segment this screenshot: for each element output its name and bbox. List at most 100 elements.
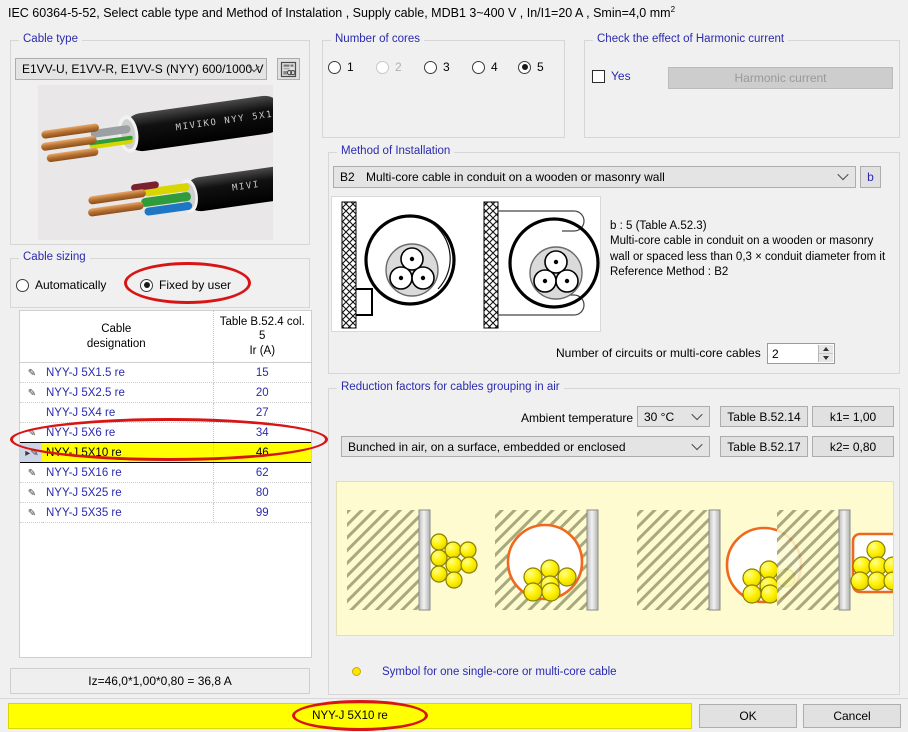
method-detail-line-3: Reference Method : B2 <box>610 265 729 278</box>
sizing-mode-fixed-by-user-label: Fixed by user <box>159 278 232 292</box>
row-ir: 20 <box>213 382 311 404</box>
table-row[interactable]: ✎ NYY-J 5X2.5 re 20 <box>20 382 311 404</box>
row-designation: NYY-J 5X1.5 re <box>42 362 214 384</box>
k1-label: k1= 1,00 <box>829 409 877 424</box>
number-of-cores-legend: Number of cores <box>331 33 425 45</box>
row-designation: NYY-J 5X35 re <box>42 502 214 524</box>
method-description: Multi-core cable in conduit on a wooden … <box>366 170 665 184</box>
reduction-factors-legend: Reduction factors for cables grouping in… <box>337 381 564 393</box>
method-of-installation-legend: Method of Installation <box>337 145 455 157</box>
harmonic-group: Check the effect of Harmonic current <box>584 33 900 138</box>
stepper-down-icon[interactable] <box>819 354 833 362</box>
row-designation: NYY-J 5X10 re <box>42 442 214 464</box>
table-header-row: Cable designation Table B.52.4 col. 5 Ir… <box>20 311 311 364</box>
table-row[interactable]: NYY-J 5X4 re 27 <box>20 402 311 424</box>
radio-icon <box>16 278 29 292</box>
row-designation: NYY-J 5X4 re <box>42 402 214 424</box>
cores-radio-3[interactable]: 3 <box>424 60 450 74</box>
radio-icon <box>328 60 341 74</box>
row-ir: 46 <box>213 442 311 464</box>
ok-button[interactable]: OK <box>699 704 797 728</box>
table-b5214-label: Table B.52.14 <box>727 409 801 424</box>
grouping-method-select[interactable]: Bunched in air, on a surface, embedded o… <box>341 436 710 457</box>
harmonic-legend: Check the effect of Harmonic current <box>593 33 789 45</box>
cable-photo-illustration: MIVIKO NYY 5X16 MIVI <box>38 85 273 240</box>
grouping-method-value: Bunched in air, on a surface, embedded o… <box>348 439 626 454</box>
cable-table-element: Cable designation Table B.52.4 col. 5 Ir… <box>20 311 311 524</box>
table-b5214-button[interactable]: Table B.52.14 <box>720 406 808 427</box>
circuits-stepper[interactable]: 2 <box>767 343 835 364</box>
harmonic-current-button-label: Harmonic current <box>734 71 827 85</box>
cable-sizing-legend: Cable sizing <box>19 251 90 263</box>
header-ir-line1: Table B.52.4 col. 5 <box>219 316 305 343</box>
cores-radio-5[interactable]: 5 <box>518 60 544 74</box>
cable-type-select[interactable]: E1VV-U, E1VV-R, E1VV-S (NYY) 600/1000 V <box>15 58 267 80</box>
sizing-mode-fixed-by-user[interactable]: Fixed by user <box>140 278 231 292</box>
row-ir: 34 <box>213 422 311 444</box>
page-title: IEC 60364-5-52, Select cable type and Me… <box>8 5 675 20</box>
harmonic-yes-checkbox[interactable]: Yes <box>592 69 631 83</box>
ambient-temperature-select[interactable]: 30 °C <box>637 406 710 427</box>
cable-table[interactable]: Cable designation Table B.52.4 col. 5 Ir… <box>19 310 312 658</box>
cancel-button[interactable]: Cancel <box>803 704 901 728</box>
chevron-down-icon <box>839 172 848 181</box>
header-designation-line1: Cable <box>101 323 132 336</box>
method-code: B2 <box>340 170 355 184</box>
ambient-temperature-value: 30 °C <box>644 409 675 424</box>
cores-radio-4-label: 4 <box>491 60 498 74</box>
method-of-installation-select[interactable]: B2 Multi-core cable in conduit on a wood… <box>333 166 856 188</box>
row-designation: NYY-J 5X25 re <box>42 482 214 504</box>
cable-catalog-button[interactable] <box>277 58 300 80</box>
method-reference-button[interactable]: b <box>860 166 881 188</box>
cable-photo: MIVIKO NYY 5X16 MIVI <box>38 85 273 240</box>
method-reference-button-label: b <box>867 170 874 184</box>
table-row[interactable]: ✎ NYY-J 5X35 re 99 <box>20 502 311 524</box>
k2-label: k2= 0,80 <box>829 439 877 454</box>
table-row[interactable]: ✎ NYY-J 5X6 re 34 <box>20 422 311 444</box>
radio-icon <box>424 60 437 74</box>
chevron-down-icon <box>693 411 702 420</box>
table-row[interactable]: ✎ NYY-J 5X16 re 62 <box>20 462 311 484</box>
grouping-illustration <box>337 482 893 635</box>
row-pen-icon <box>20 402 42 424</box>
iz-result-text: Iz=46,0*1,00*0,80 = 36,8 A <box>88 674 232 688</box>
table-row[interactable]: ✎ NYY-J 5X1.5 re 15 <box>20 362 311 384</box>
radio-icon <box>518 60 531 74</box>
radio-icon <box>376 60 389 74</box>
k1-value-box: k1= 1,00 <box>812 406 894 427</box>
cores-radio-4[interactable]: 4 <box>472 60 498 74</box>
sizing-mode-automatically[interactable]: Automatically <box>16 278 106 292</box>
row-ir: 27 <box>213 402 311 424</box>
stepper-buttons[interactable] <box>818 345 833 362</box>
cable-type-select-value: E1VV-U, E1VV-R, E1VV-S (NYY) 600/1000 V <box>22 62 264 76</box>
harmonic-current-button[interactable]: Harmonic current <box>668 67 893 89</box>
table-header-ir: Table B.52.4 col. 5 Ir (A) <box>213 311 311 364</box>
harmonic-yes-label: Yes <box>611 69 631 83</box>
table-b5217-button[interactable]: Table B.52.17 <box>720 436 808 457</box>
cores-radio-3-label: 3 <box>443 60 450 74</box>
stepper-up-icon[interactable] <box>819 345 833 354</box>
circuits-label: Number of circuits or multi-core cables <box>556 346 761 360</box>
cancel-button-label: Cancel <box>833 709 871 723</box>
row-pen-icon: ✎ <box>20 482 42 504</box>
ok-button-label: OK <box>739 709 757 723</box>
footer-divider <box>0 698 908 699</box>
method-detail-line-1: b : 5 (Table A.52.3) <box>610 220 707 232</box>
row-designation: NYY-J 5X2.5 re <box>42 382 214 404</box>
row-pen-icon: ✎ <box>20 462 42 484</box>
cores-radio-1-label: 1 <box>347 60 354 74</box>
table-row[interactable]: ✎ NYY-J 5X25 re 80 <box>20 482 311 504</box>
row-ir: 80 <box>213 482 311 504</box>
row-pen-icon: ▸✎ <box>20 442 42 464</box>
page-title-text: IEC 60364-5-52, Select cable type and Me… <box>8 6 671 21</box>
chevron-down-icon <box>693 441 702 450</box>
row-pen-icon: ✎ <box>20 382 42 404</box>
cores-radio-1[interactable]: 1 <box>328 60 354 74</box>
installation-diagram-panel <box>331 196 601 332</box>
selected-cable-result-bar: NYY-J 5X10 re <box>8 703 692 729</box>
table-row-selected[interactable]: ▸✎ NYY-J 5X10 re 46 <box>20 442 311 464</box>
row-designation: NYY-J 5X16 re <box>42 462 214 484</box>
installation-diagram <box>332 197 600 331</box>
row-designation: NYY-J 5X6 re <box>42 422 214 444</box>
header-designation-line2: designation <box>86 337 146 350</box>
